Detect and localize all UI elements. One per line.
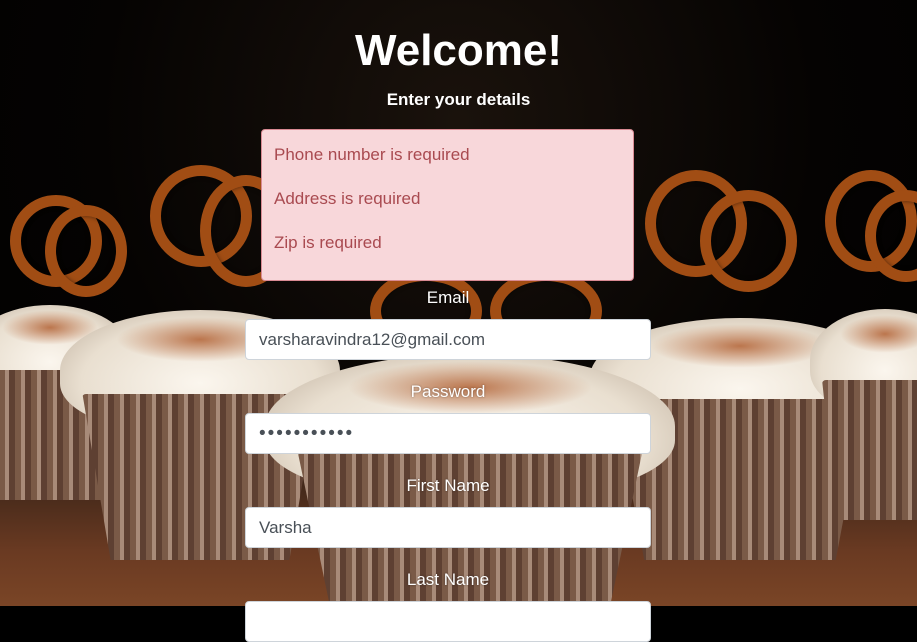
signup-form-container: Welcome! Enter your details Phone number…	[0, 0, 917, 642]
first-name-label: First Name	[406, 476, 490, 495]
password-label: Password	[410, 382, 486, 401]
password-field[interactable]	[245, 413, 651, 454]
error-alert: Phone number is required Address is requ…	[261, 129, 634, 281]
page-subtitle: Enter your details	[386, 90, 531, 109]
error-message-phone: Phone number is required	[274, 145, 470, 164]
email-label: Email	[426, 288, 470, 307]
error-message-address: Address is required	[274, 189, 421, 208]
page-title: Welcome!	[354, 26, 563, 75]
error-message-zip: Zip is required	[274, 233, 382, 252]
first-name-field[interactable]	[245, 507, 651, 548]
last-name-field[interactable]	[245, 601, 651, 642]
last-name-label: Last Name	[406, 570, 490, 589]
email-field[interactable]	[245, 319, 651, 360]
